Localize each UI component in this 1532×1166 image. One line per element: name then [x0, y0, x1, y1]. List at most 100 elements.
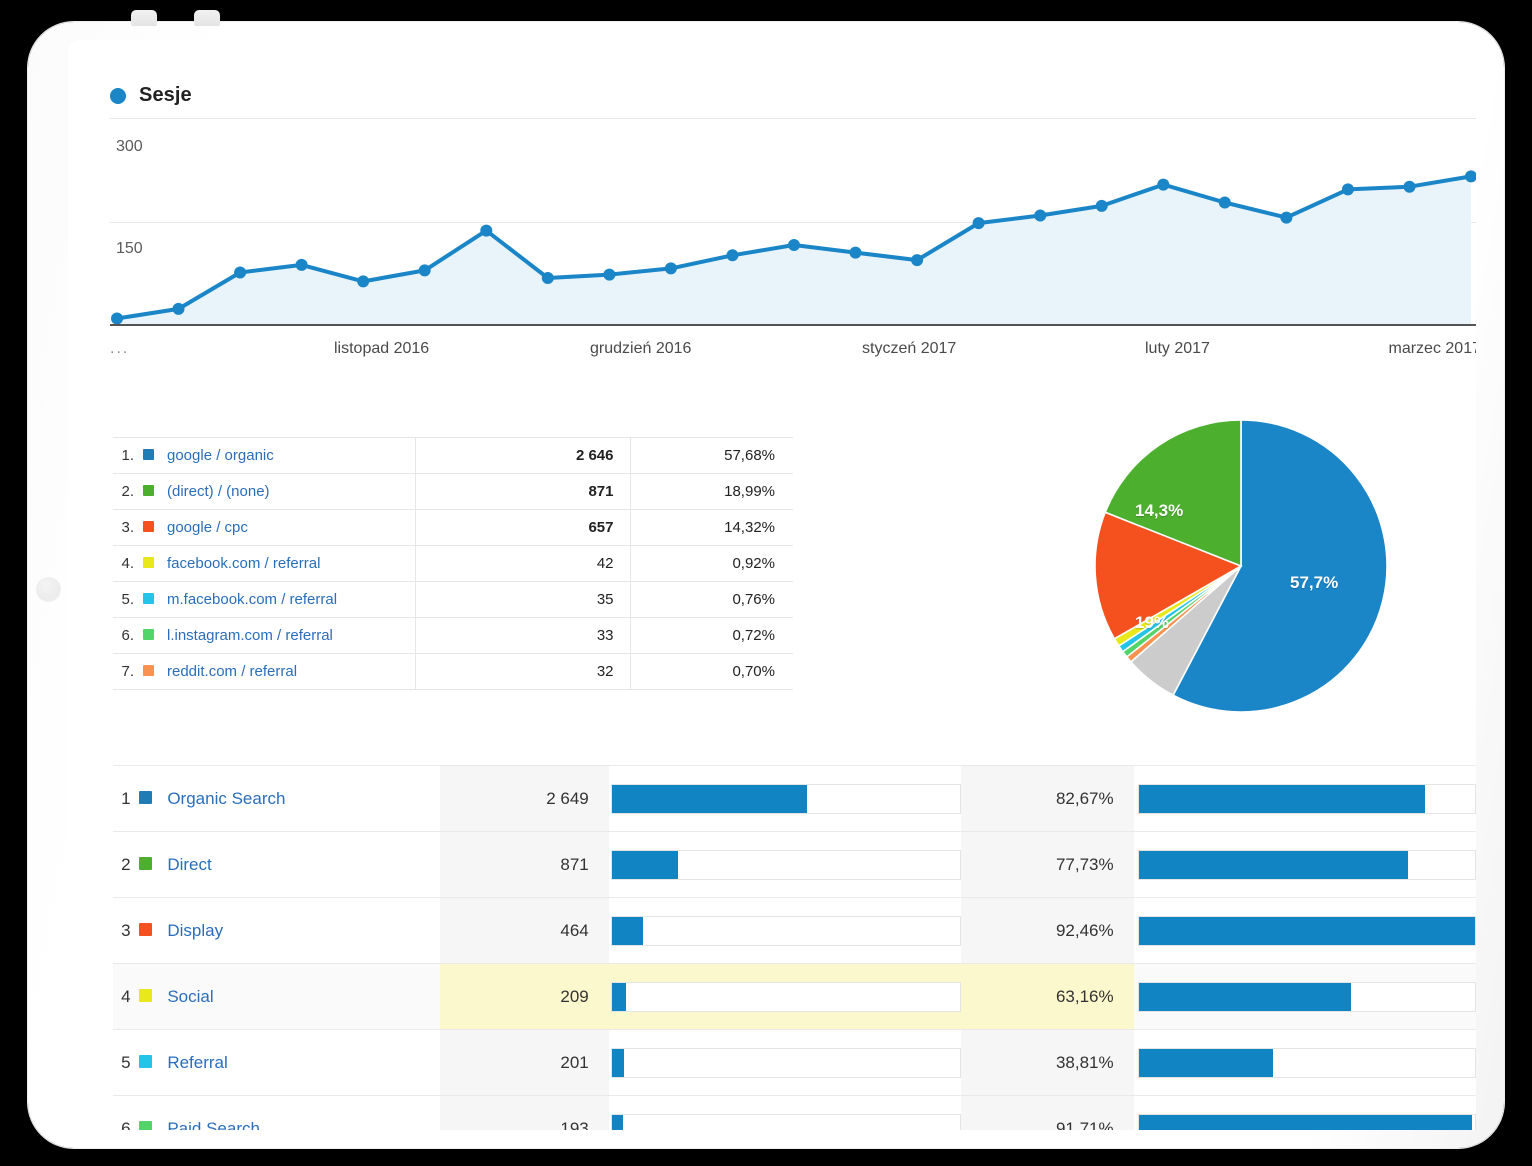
data-point[interactable] — [788, 239, 800, 251]
data-point[interactable] — [1157, 178, 1170, 191]
table-row[interactable]: 1. google / organic 2 646 57,68% — [113, 437, 793, 474]
channel-sessions-bar-cell — [609, 832, 961, 898]
channel-name[interactable]: Display — [164, 898, 439, 964]
table-row[interactable]: 3 Display 464 92,46% — [113, 897, 1476, 964]
volume-up-button[interactable] — [131, 10, 157, 26]
volume-down-button[interactable] — [194, 10, 220, 26]
channel-sessions-bar-cell — [609, 766, 961, 832]
data-point[interactable] — [1403, 180, 1416, 193]
table-row[interactable]: 3. google / cpc 657 14,32% — [113, 509, 793, 546]
x-axis-tick-styczen-2017: styczeń 2017 — [862, 340, 957, 357]
data-point[interactable] — [234, 266, 247, 279]
sessions-line-chart-card: Sesje 300 150 ... listopad 2016 grudzień… — [68, 40, 1476, 360]
channel-color-swatch-cell — [138, 1030, 165, 1096]
table-row[interactable]: 1 Organic Search 2 649 82,67% — [113, 765, 1476, 832]
source-name[interactable]: (direct) / (none) — [165, 474, 415, 510]
percentage-bar-track — [1137, 915, 1476, 946]
data-point[interactable] — [480, 224, 493, 237]
color-swatch-icon — [138, 922, 152, 936]
pie-slices — [1094, 419, 1388, 713]
sessions-area-series — [111, 170, 1476, 325]
channels-table: 1 Organic Search 2 649 82,67% 2 Direct 871 77,7… — [113, 765, 1476, 1130]
channel-sessions: 2 649 — [439, 765, 609, 832]
traffic-sources-pie-chart: 57,7% 19% 14,3% — [1093, 418, 1403, 718]
data-point[interactable] — [849, 246, 862, 259]
data-point[interactable] — [295, 258, 308, 271]
color-swatch-icon — [138, 856, 152, 870]
home-button[interactable] — [36, 577, 61, 602]
data-point[interactable] — [541, 272, 554, 284]
source-color-swatch-cell — [143, 654, 165, 690]
source-percentage: 18,99% — [629, 473, 793, 510]
channel-sessions: 871 — [439, 831, 609, 898]
channel-name[interactable]: Direct — [164, 832, 439, 898]
channel-color-swatch-cell — [138, 898, 165, 964]
tablet-device-frame: Sesje 300 150 ... listopad 2016 grudzień… — [28, 10, 1504, 1148]
color-swatch-icon — [138, 1120, 152, 1130]
data-point[interactable] — [664, 262, 677, 275]
percentage-bar-track — [1137, 783, 1476, 814]
chart-legend-label: Sesje — [139, 84, 192, 106]
data-point[interactable] — [1034, 209, 1047, 222]
data-point[interactable] — [911, 254, 924, 267]
channel-name[interactable]: Paid Search — [164, 1096, 439, 1131]
data-point[interactable] — [972, 217, 985, 230]
channel-sessions-bar-cell — [608, 963, 961, 1030]
table-row[interactable]: 2. (direct) / (none) 871 18,99% — [113, 473, 793, 510]
channel-percentage-bar-cell — [1134, 964, 1476, 1030]
table-row[interactable]: 4 Social 209 63,16% — [113, 963, 1476, 1030]
table-row[interactable]: 5 Referral 201 38,81% — [113, 1029, 1476, 1096]
data-point[interactable] — [111, 312, 123, 325]
table-row[interactable]: 2 Direct 871 77,73% — [113, 831, 1476, 898]
sessions-bar-track — [610, 981, 961, 1012]
pie-label-direct-none: 19% — [1135, 613, 1170, 632]
table-row[interactable]: 4. facebook.com / referral 42 0,92% — [113, 545, 793, 582]
source-name[interactable]: reddit.com / referral — [165, 654, 415, 690]
source-rank: 7. — [121, 663, 134, 680]
source-color-swatch-cell — [143, 510, 165, 546]
channel-percentage-bar-cell — [1134, 1030, 1476, 1096]
channel-percentage-bar-cell — [1134, 832, 1476, 898]
source-name[interactable]: google / organic — [165, 438, 415, 474]
data-point[interactable] — [1095, 199, 1108, 212]
channel-name[interactable]: Organic Search — [164, 766, 439, 832]
source-name[interactable]: m.facebook.com / referral — [165, 582, 415, 618]
percentage-bar-fill — [1138, 982, 1351, 1011]
source-sessions: 657 — [414, 509, 630, 546]
source-color-swatch-cell — [143, 618, 165, 654]
data-point[interactable] — [1280, 211, 1293, 224]
channel-sessions-bar-cell — [609, 1030, 961, 1096]
color-swatch-icon — [143, 557, 154, 568]
channel-name[interactable]: Referral — [164, 1030, 439, 1096]
source-name[interactable]: facebook.com / referral — [165, 546, 415, 582]
source-name[interactable]: google / cpc — [165, 510, 415, 546]
channel-name[interactable]: Social — [164, 964, 439, 1030]
data-point[interactable] — [172, 302, 185, 315]
table-row[interactable]: 6 Paid Search 193 91,71% — [113, 1095, 1476, 1131]
channel-color-swatch-cell — [138, 1096, 165, 1130]
percentage-bar-fill — [1138, 1114, 1472, 1130]
chart-legend[interactable]: Sesje — [110, 84, 192, 107]
color-swatch-icon — [143, 449, 154, 460]
channel-percentage: 77,73% — [960, 831, 1134, 898]
data-point[interactable] — [726, 249, 739, 262]
data-point[interactable] — [1218, 196, 1231, 209]
table-row[interactable]: 5. m.facebook.com / referral 35 0,76% — [113, 581, 793, 618]
channel-percentage: 63,16% — [960, 963, 1134, 1030]
data-point[interactable] — [357, 275, 370, 288]
source-percentage: 14,32% — [629, 509, 793, 546]
traffic-sources-table: 1. google / organic 2 646 57,68% 2. (direct) … — [113, 437, 793, 690]
line-chart-plot-area: 300 150 — [110, 114, 1476, 326]
channel-rank: 3 — [121, 920, 131, 940]
channel-sessions: 209 — [439, 963, 609, 1030]
source-name[interactable]: l.instagram.com / referral — [165, 618, 415, 654]
source-rank: 4. — [121, 555, 134, 572]
data-point[interactable] — [603, 268, 616, 281]
data-point[interactable] — [418, 264, 431, 277]
tablet-screen: Sesje 300 150 ... listopad 2016 grudzień… — [68, 40, 1476, 1130]
table-row[interactable]: 7. reddit.com / referral 32 0,70% — [113, 653, 793, 690]
table-row[interactable]: 6. l.instagram.com / referral 33 0,72% — [113, 617, 793, 654]
data-point[interactable] — [1341, 183, 1354, 196]
pie-label-google-organic: 57,7% — [1290, 573, 1339, 592]
sessions-bar-fill — [611, 982, 626, 1011]
